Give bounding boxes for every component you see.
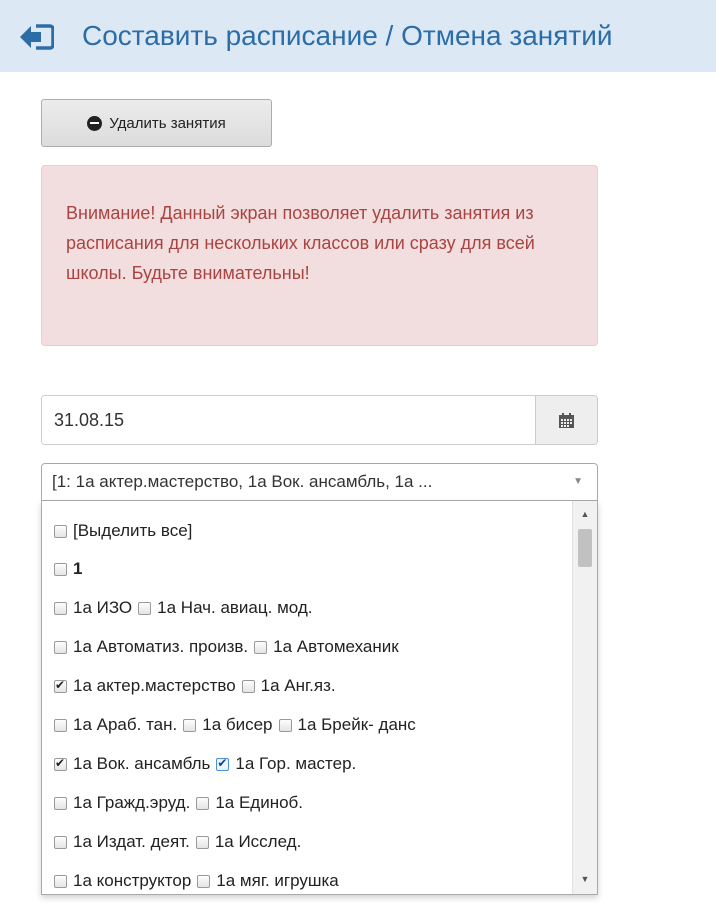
option-label: 1а бисер: [202, 715, 273, 734]
back-icon[interactable]: [20, 24, 55, 50]
checkbox[interactable]: [54, 524, 67, 538]
multiselect-summary: [1: 1а актер.мастерство, 1а Вок. ансамбл…: [52, 472, 433, 491]
class-option[interactable]: 1а Вок. ансамбль: [54, 749, 210, 779]
class-option[interactable]: 1а Автомеханик: [254, 632, 399, 662]
option-label: 1а Вок. ансамбль: [73, 754, 211, 773]
checkbox[interactable]: [278, 718, 292, 732]
class-option[interactable]: 1а мяг. игрушка: [197, 866, 339, 894]
option-label: [Выделить все]: [73, 521, 193, 540]
option-label: 1а Анг.яз.: [260, 676, 336, 695]
checkbox[interactable]: [138, 601, 152, 615]
delete-lessons-button[interactable]: Удалить занятия: [41, 99, 272, 147]
option-label: 1а Нач. авиац. мод.: [157, 598, 313, 617]
page-title: Составить расписание / Отмена занятий: [82, 20, 613, 51]
select-all-option[interactable]: [Выделить все]: [54, 516, 192, 546]
checkbox[interactable]: [54, 562, 67, 576]
checkbox[interactable]: [254, 640, 268, 654]
group-row: 1: [54, 554, 88, 584]
checkbox[interactable]: [195, 835, 209, 849]
select-all-row: [Выделить все]: [54, 516, 198, 546]
warning-alert: Внимание! Данный экран позволяет удалить…: [41, 165, 598, 346]
date-input[interactable]: [42, 396, 535, 444]
multiselect-dropdown: [Выделить все] 1 1а ИЗО 1а Нач. авиац. мо…: [41, 501, 598, 895]
option-label: 1а мяг. игрушка: [216, 871, 339, 890]
minus-circle-icon: [87, 115, 103, 131]
checkbox[interactable]: [183, 718, 197, 732]
option-row: 1а Гражд.эруд. 1а Единоб.: [54, 788, 309, 818]
calendar-icon: [559, 412, 574, 428]
class-option[interactable]: 1а Исслед.: [195, 827, 302, 857]
option-label: 1а Издат. деят.: [73, 832, 190, 851]
class-option[interactable]: 1а Издат. деят.: [54, 827, 190, 857]
option-row: 1а конструктор 1а мяг. игрушка: [54, 866, 345, 894]
scroll-down-icon[interactable]: ▼: [573, 870, 597, 888]
option-label: 1а Гражд.эруд.: [73, 793, 191, 812]
checkbox[interactable]: [54, 835, 67, 849]
option-row: 1а ИЗО 1а Нач. авиац. мод.: [54, 593, 318, 623]
class-option[interactable]: 1а Гражд.эруд.: [54, 788, 190, 818]
option-label: 1а актер.мастерство: [73, 676, 236, 695]
scroll-up-icon[interactable]: ▲: [573, 505, 597, 523]
checkbox[interactable]: [54, 796, 67, 810]
class-option[interactable]: 1а актер.мастерство: [54, 671, 236, 701]
class-option[interactable]: 1а Араб. тан.: [54, 710, 177, 740]
option-label: 1а конструктор: [73, 871, 192, 890]
class-option[interactable]: 1а Нач. авиац. мод.: [138, 593, 312, 623]
option-label: 1а Единоб.: [215, 793, 304, 812]
class-multiselect[interactable]: [1: 1а актер.мастерство, 1а Вок. ансамбл…: [41, 463, 598, 501]
option-label: 1а Исслед.: [214, 832, 302, 851]
option-row: 1а Араб. тан. 1а бисер 1а Брейк- данс: [54, 710, 422, 740]
class-option[interactable]: 1а Гор. мастер.: [216, 749, 356, 779]
class-option[interactable]: 1а Автоматиз. произв.: [54, 632, 248, 662]
class-option[interactable]: 1а Анг.яз.: [241, 671, 336, 701]
checkbox[interactable]: [54, 601, 67, 615]
checkbox[interactable]: [54, 755, 67, 771]
class-option[interactable]: 1а конструктор: [54, 866, 192, 894]
checkbox[interactable]: [197, 874, 211, 888]
calendar-button[interactable]: [535, 396, 597, 444]
checkbox[interactable]: [54, 677, 67, 693]
option-label: 1а ИЗО: [73, 598, 133, 617]
option-row: 1а Издат. деят. 1а Исслед.: [54, 827, 307, 857]
option-label: 1а Автоматиз. произв.: [73, 637, 249, 656]
checkbox[interactable]: [54, 718, 67, 732]
date-picker: [41, 395, 598, 445]
option-label: 1а Араб. тан.: [73, 715, 178, 734]
option-row: 1а Автоматиз. произв. 1а Автомеханик: [54, 632, 405, 662]
option-label: 1а Гор. мастер.: [235, 754, 357, 773]
chevron-down-icon: ▼: [573, 476, 583, 487]
scrollbar[interactable]: ▲ ▼: [572, 501, 597, 894]
class-option[interactable]: 1а бисер: [183, 710, 273, 740]
group-option[interactable]: 1: [54, 554, 82, 584]
delete-lessons-label: Удалить занятия: [109, 114, 226, 132]
class-option[interactable]: 1а Единоб.: [196, 788, 303, 818]
group-label: 1: [73, 559, 83, 578]
option-row: 1а актер.мастерство 1а Анг.яз.: [54, 671, 342, 701]
checkbox[interactable]: [54, 874, 67, 888]
page-header: Составить расписание / Отмена занятий: [0, 0, 716, 72]
class-option[interactable]: 1а ИЗО: [54, 593, 132, 623]
checkbox[interactable]: [196, 796, 210, 810]
class-option[interactable]: 1а Брейк- данс: [278, 710, 416, 740]
checkbox[interactable]: [216, 755, 230, 771]
option-label: 1а Брейк- данс: [297, 715, 416, 734]
option-label: 1а Автомеханик: [273, 637, 399, 656]
option-row: 1а Вок. ансамбль 1а Гор. мастер.: [54, 749, 362, 779]
scroll-thumb[interactable]: [578, 529, 592, 567]
checkbox[interactable]: [54, 640, 67, 654]
checkbox[interactable]: [241, 679, 255, 693]
